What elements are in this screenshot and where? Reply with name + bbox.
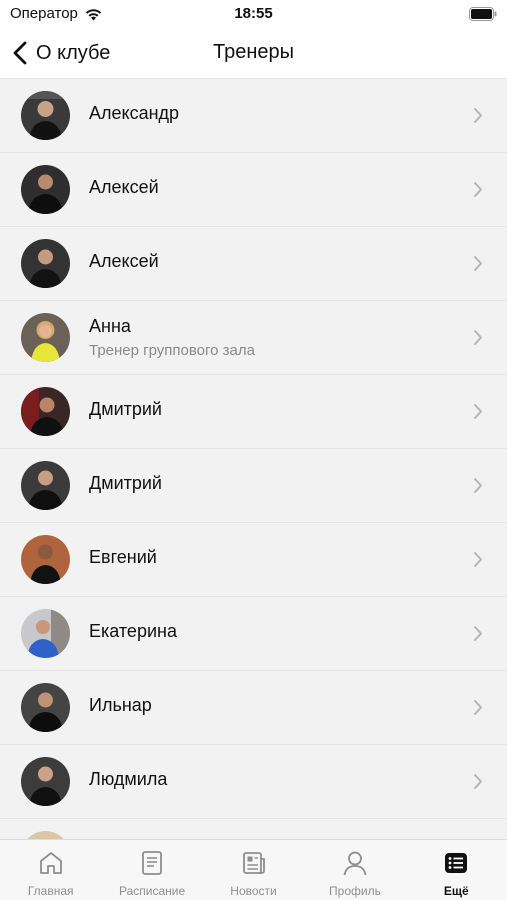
- more-icon: [445, 853, 468, 873]
- tab-schedule[interactable]: Расписание: [101, 840, 202, 900]
- status-time: 18:55: [234, 5, 273, 22]
- tab-label: Ещё: [443, 884, 469, 898]
- trainer-avatar: [21, 831, 70, 839]
- schedule-icon: [142, 851, 163, 875]
- trainer-name: Анна: [89, 316, 131, 336]
- tab-home[interactable]: Главная: [0, 840, 101, 900]
- trainer-avatar: [21, 609, 70, 658]
- home-icon: [39, 852, 62, 874]
- tab-label: Расписание: [119, 884, 186, 898]
- trainer-row[interactable]: Александр: [0, 79, 507, 153]
- tab-news[interactable]: Новости: [203, 840, 304, 900]
- trainers-screen: Оператор 18:55 О клубе Тренеры Александр…: [0, 0, 507, 900]
- trainer-row[interactable]: Дмитрий: [0, 375, 507, 449]
- news-icon: [242, 852, 265, 874]
- chevron-right-icon: [474, 774, 482, 789]
- chevron-right-icon: [474, 108, 482, 123]
- tab-more[interactable]: Ещё: [406, 840, 507, 900]
- trainer-row[interactable]: Алексей: [0, 227, 507, 301]
- trainer-avatar: [21, 91, 70, 140]
- trainer-avatar: [21, 535, 70, 584]
- trainer-row[interactable]: Анна Тренер группового зала: [0, 301, 507, 375]
- trainer-row[interactable]: Евгений: [0, 523, 507, 597]
- chevron-right-icon: [474, 182, 482, 197]
- trainer-avatar: [21, 683, 70, 732]
- trainer-avatar: [21, 313, 70, 362]
- status-bar: Оператор 18:55: [0, 0, 507, 30]
- trainer-avatar: [21, 461, 70, 510]
- chevron-right-icon: [474, 552, 482, 567]
- trainer-name: Дмитрий: [89, 473, 162, 493]
- trainer-row[interactable]: Дмитрий: [0, 449, 507, 523]
- trainer-name: Дмитрий: [89, 399, 162, 419]
- chevron-right-icon: [474, 700, 482, 715]
- trainer-name: Александр: [89, 103, 180, 123]
- trainer-name: Екатерина: [89, 621, 177, 641]
- navigation-bar: О клубе Тренеры: [0, 30, 507, 79]
- trainer-row[interactable]: [0, 819, 507, 839]
- profile-icon: [343, 851, 367, 876]
- chevron-right-icon: [474, 626, 482, 641]
- trainer-avatar: [21, 757, 70, 806]
- trainers-list: Александр Алексей Алексей Анна Тренер гр…: [0, 79, 507, 839]
- chevron-right-icon: [474, 256, 482, 271]
- tab-bar: Главная Расписание Новости Профиль Ещё: [0, 839, 507, 900]
- trainer-avatar: [21, 239, 70, 288]
- tab-label: Новости: [230, 884, 277, 898]
- trainer-name: Алексей: [89, 177, 159, 197]
- trainer-row[interactable]: Людмила: [0, 745, 507, 819]
- tab-label: Главная: [27, 884, 74, 898]
- chevron-right-icon: [474, 478, 482, 493]
- trainer-name: Алексей: [89, 251, 159, 271]
- trainer-avatar: [21, 387, 70, 436]
- tab-label: Профиль: [329, 884, 381, 898]
- trainer-name: Людмила: [89, 769, 168, 789]
- trainer-role: Тренер группового зала: [89, 342, 255, 359]
- tab-profile[interactable]: Профиль: [304, 840, 405, 900]
- trainer-avatar: [21, 165, 70, 214]
- chevron-right-icon: [474, 404, 482, 419]
- battery-icon: [469, 7, 497, 21]
- trainer-row[interactable]: Екатерина: [0, 597, 507, 671]
- trainer-row[interactable]: Алексей: [0, 153, 507, 227]
- trainer-name: Ильнар: [89, 695, 152, 715]
- trainer-row[interactable]: Ильнар: [0, 671, 507, 745]
- chevron-right-icon: [474, 330, 482, 345]
- trainer-name: Евгений: [89, 547, 157, 567]
- page-title: Тренеры: [212, 41, 294, 63]
